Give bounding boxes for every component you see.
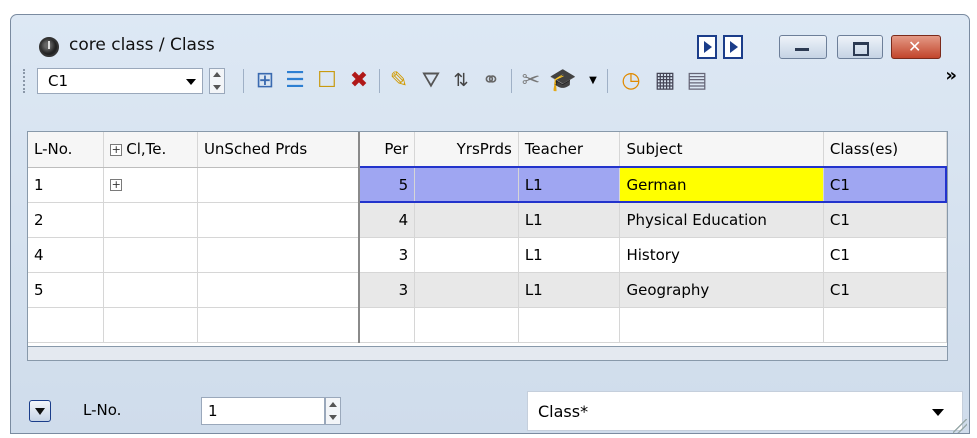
new-item-icon[interactable]: ☐ — [313, 67, 341, 95]
lno-spin-button[interactable] — [325, 397, 341, 425]
chevron-down-icon[interactable] — [186, 79, 196, 85]
cell-per[interactable]: 4 — [358, 202, 416, 238]
cell-teacher[interactable]: L1 — [518, 237, 621, 273]
lno-label: L-No. — [83, 401, 122, 419]
cell-per[interactable]: 5 — [357, 166, 416, 203]
view-select-value: Class* — [538, 402, 589, 421]
calendar-icon[interactable]: ▦ — [651, 67, 679, 95]
cell-lno[interactable]: 4 — [28, 237, 105, 273]
col-header-teacher[interactable]: Teacher — [518, 132, 621, 168]
toolbar-separator — [607, 69, 608, 93]
cell-classes[interactable]: C1 — [823, 166, 947, 203]
toolbar-separator — [243, 69, 244, 93]
expand-icon[interactable]: + — [110, 179, 123, 191]
cell-clte[interactable] — [103, 272, 198, 308]
class-select-value: C1 — [48, 72, 69, 90]
toolbar-overflow-icon[interactable]: » — [945, 65, 957, 86]
lno-input[interactable] — [201, 397, 325, 425]
bottom-bar: L-No. Class* — [11, 367, 969, 433]
grid-move-icon[interactable]: ⊞ — [251, 67, 279, 95]
col-header-lno[interactable]: L-No. — [28, 132, 105, 168]
cell-teacher[interactable]: L1 — [518, 166, 621, 203]
toolbar-separator — [511, 69, 512, 93]
cell-classes[interactable]: C1 — [823, 202, 947, 238]
cell-classes[interactable]: C1 — [823, 272, 947, 308]
cell-unsched[interactable] — [197, 202, 360, 238]
list-icon[interactable]: ☰ — [281, 67, 309, 95]
cell-lno[interactable]: 1 — [28, 167, 105, 203]
close-button[interactable] — [891, 35, 941, 59]
cell-clte[interactable] — [103, 202, 198, 238]
empty-row[interactable] — [28, 307, 947, 343]
sort-icon[interactable]: ⇅ — [447, 67, 475, 95]
link-icon[interactable]: ⚭ — [477, 67, 505, 95]
core-class-window: core class / Class C1 ⊞ ☰ ☐ ✖ ✎ ⛛ ⇅ ⚭ ✂ … — [10, 14, 970, 434]
filter-icon[interactable]: ⛛ — [417, 67, 445, 95]
chevron-down-icon[interactable] — [29, 400, 51, 422]
class-spin-button[interactable] — [209, 68, 225, 94]
cell-yrsprds[interactable] — [414, 166, 519, 203]
window-title: core class / Class — [69, 35, 215, 55]
cell-per[interactable]: 3 — [358, 237, 416, 273]
next-icon[interactable] — [723, 35, 743, 59]
cell-yrsprds[interactable] — [414, 237, 519, 273]
cell-subject[interactable]: History — [619, 237, 824, 273]
toolbar-separator — [379, 69, 380, 93]
play-icon[interactable] — [697, 35, 717, 59]
cell-lno[interactable]: 2 — [28, 202, 105, 238]
view-select[interactable]: Class* — [527, 391, 963, 431]
cell-subject[interactable]: Geography — [619, 272, 824, 308]
cell-teacher[interactable]: L1 — [518, 272, 621, 308]
toolbar-grip[interactable] — [23, 69, 27, 93]
table-row[interactable]: 1 + 5 L1 German C1 — [28, 166, 947, 203]
cell-lno[interactable]: 5 — [28, 272, 105, 308]
table-row[interactable]: 2 4 L1 Physical Education C1 — [28, 202, 947, 238]
cell-clte[interactable] — [103, 237, 198, 273]
horizontal-scrollbar[interactable] — [27, 347, 948, 361]
col-header-unsched[interactable]: UnSched Prds — [197, 132, 360, 168]
clock-app-icon — [39, 37, 59, 57]
matrix-icon[interactable]: ▤ — [683, 67, 711, 95]
cell-yrsprds[interactable] — [414, 202, 519, 238]
table-row[interactable]: 5 3 L1 Geography C1 — [28, 272, 947, 308]
tools-icon[interactable]: ✂ — [517, 67, 545, 95]
cell-classes[interactable]: C1 — [823, 237, 947, 273]
resize-grip[interactable] — [953, 419, 967, 433]
maximize-button[interactable] — [837, 35, 883, 59]
cell-unsched[interactable] — [197, 272, 360, 308]
title-bar: core class / Class — [11, 15, 969, 59]
col-header-per[interactable]: Per — [358, 132, 416, 168]
cell-clte[interactable]: + — [103, 167, 198, 203]
cell-per[interactable]: 3 — [358, 272, 416, 308]
cell-subject[interactable]: German — [619, 166, 824, 203]
edit-pencil-icon[interactable]: ✎ — [385, 67, 413, 95]
col-header-clte[interactable]: + Cl,Te. — [103, 132, 198, 168]
minimize-button[interactable] — [779, 35, 827, 59]
toolbar: C1 ⊞ ☰ ☐ ✖ ✎ ⛛ ⇅ ⚭ ✂ 🎓 ▼ ◷ ▦ ▤ » — [19, 63, 961, 97]
col-header-yrsprds[interactable]: YrsPrds — [414, 132, 519, 168]
col-header-classes[interactable]: Class(es) — [823, 132, 947, 168]
grid-header-row: L-No. + Cl,Te. UnSched Prds Per YrsPrds T… — [28, 132, 947, 168]
lessons-grid: L-No. + Cl,Te. UnSched Prds Per YrsPrds T… — [27, 131, 948, 347]
cell-subject[interactable]: Physical Education — [619, 202, 824, 238]
expand-icon[interactable]: + — [110, 143, 123, 156]
cell-yrsprds[interactable] — [414, 272, 519, 308]
class-select[interactable]: C1 — [37, 68, 203, 94]
chevron-down-icon[interactable] — [932, 409, 944, 416]
clock-icon[interactable]: ◷ — [617, 67, 645, 95]
cell-unsched[interactable] — [197, 237, 360, 273]
chevron-down-icon[interactable]: ▼ — [579, 67, 607, 95]
cell-unsched[interactable] — [197, 167, 360, 203]
teacher-cap-icon[interactable]: 🎓 — [549, 67, 577, 95]
col-header-clte-label: Cl,Te. — [126, 140, 167, 159]
cell-teacher[interactable]: L1 — [518, 202, 621, 238]
delete-icon[interactable]: ✖ — [345, 67, 373, 95]
col-header-subject[interactable]: Subject — [619, 132, 824, 168]
table-row[interactable]: 4 3 L1 History C1 — [28, 237, 947, 273]
